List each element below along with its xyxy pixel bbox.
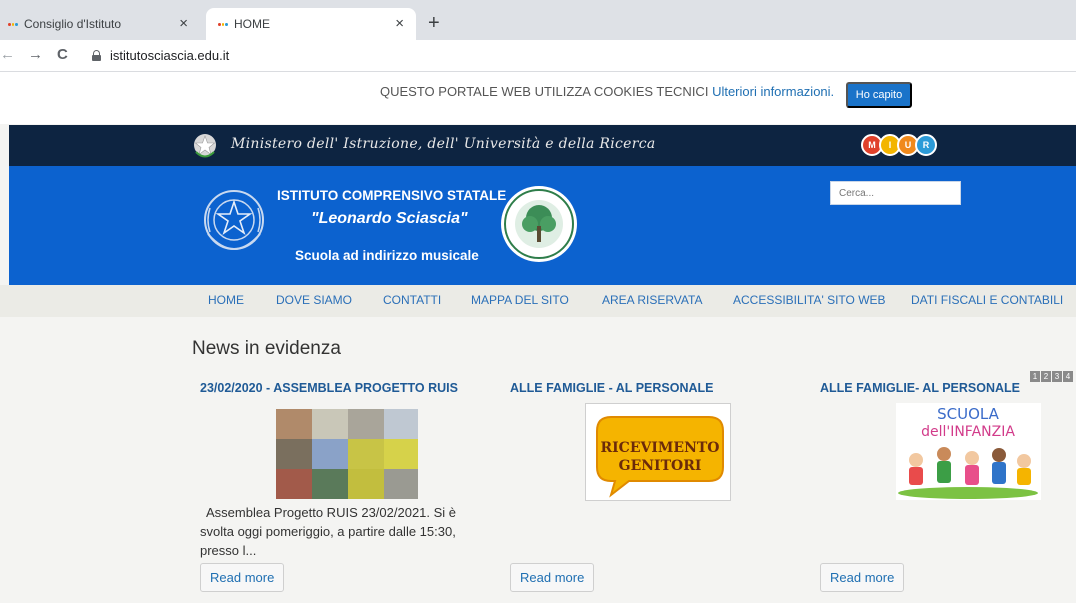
cookie-accept-button[interactable]: Ho capito <box>846 82 912 108</box>
nav-home[interactable]: HOME <box>208 293 244 307</box>
site-header: ISTITUTO COMPRENSIVO STATALE "Leonardo S… <box>9 166 1076 285</box>
news-title-1[interactable]: 23/02/2020 - ASSEMBLEA PROGETTO RUIS <box>200 381 458 395</box>
site-favicon-icon <box>8 21 19 27</box>
pager-page-2[interactable]: 2 <box>1041 371 1051 382</box>
republic-emblem-icon[interactable] <box>200 182 268 262</box>
tab-title: Consiglio d'Istituto <box>24 17 122 31</box>
image-text-line2: GENITORI <box>619 458 702 474</box>
nav-area-riservata[interactable]: AREA RISERVATA <box>602 293 702 307</box>
tab-title: HOME <box>234 17 270 31</box>
school-seal-icon <box>501 186 577 262</box>
section-title: News in evidenza <box>192 338 341 359</box>
image-text-line2: dell'INFANZIA <box>921 424 1015 440</box>
read-more-button-3[interactable]: Read more <box>820 563 905 592</box>
browser-tab-home[interactable]: HOME × <box>206 8 416 40</box>
browser-tab-consiglio[interactable]: Consiglio d'Istituto × <box>0 8 200 40</box>
nav-contatti[interactable]: CONTATTI <box>383 293 441 307</box>
news-title-2[interactable]: ALLE FAMIGLIE - AL PERSONALE <box>510 381 713 395</box>
nav-dove-siamo[interactable]: DOVE SIAMO <box>276 293 352 307</box>
site-favicon-icon <box>218 21 229 27</box>
search-input[interactable] <box>830 181 961 205</box>
school-tagline: Scuola ad indirizzo musicale <box>295 248 479 263</box>
back-icon[interactable]: ← <box>0 47 15 63</box>
read-more-button-1[interactable]: Read more <box>200 563 285 592</box>
cookie-banner: QUESTO PORTALE WEB UTILIZZA COOKIES TECN… <box>0 72 1076 124</box>
school-type: ISTITUTO COMPRENSIVO STATALE <box>277 188 507 203</box>
read-more-button-2[interactable]: Read more <box>510 563 595 592</box>
forward-icon[interactable]: → <box>28 47 43 63</box>
close-tab-icon[interactable]: × <box>179 16 188 32</box>
pager-page-4[interactable]: 4 <box>1063 371 1073 382</box>
nav-dati-fiscali[interactable]: DATI FISCALI E CONTABILI <box>911 293 1063 307</box>
miur-letter: R <box>915 134 937 156</box>
news-excerpt-1: Assemblea Progetto RUIS 23/02/2021. Si è… <box>200 505 457 558</box>
school-name: "Leonardo Sciascia" <box>311 210 468 227</box>
cookie-info-link[interactable]: Ulteriori informazioni. <box>712 84 834 99</box>
address-bar: ← → C istitutosciascia.edu.it <box>0 40 1076 72</box>
close-tab-icon[interactable]: × <box>395 16 404 32</box>
miur-logo[interactable]: M I U R <box>861 134 937 156</box>
ministry-bar: Ministero dell' Istruzione, dell' Univer… <box>9 125 1076 166</box>
nav-accessibilita[interactable]: ACCESSIBILITA' SITO WEB <box>733 293 886 307</box>
reload-icon[interactable]: C <box>57 47 68 63</box>
news-image-ruis[interactable] <box>276 409 418 499</box>
new-tab-icon[interactable]: + <box>428 13 440 33</box>
image-text-line1: SCUOLA <box>937 405 999 423</box>
cookie-text: QUESTO PORTALE WEB UTILIZZA COOKIES TECN… <box>380 84 835 99</box>
news-title-3[interactable]: ALLE FAMIGLIE- AL PERSONALE <box>820 381 1020 395</box>
url-field[interactable]: istitutosciascia.edu.it <box>110 48 229 63</box>
italian-republic-emblem-icon <box>194 134 216 158</box>
lock-icon[interactable] <box>92 50 101 61</box>
nav-mappa-del-sito[interactable]: MAPPA DEL SITO <box>471 293 569 307</box>
pager-page-1[interactable]: 1 <box>1030 371 1040 382</box>
news-image-infanzia[interactable]: SCUOLA dell'INFANZIA <box>896 403 1041 500</box>
browser-tab-bar: Consiglio d'Istituto × HOME × + <box>0 0 1076 40</box>
image-text-line1: RICEVIMENTO <box>601 440 720 456</box>
news-pager: 1 2 3 4 <box>1030 371 1073 382</box>
pager-page-3[interactable]: 3 <box>1052 371 1062 382</box>
news-image-ricevimento[interactable]: RICEVIMENTO GENITORI <box>585 403 731 501</box>
main-navigation: HOME DOVE SIAMO CONTATTI MAPPA DEL SITO … <box>0 285 1076 317</box>
ministry-name: Ministero dell' Istruzione, dell' Univer… <box>231 136 656 152</box>
